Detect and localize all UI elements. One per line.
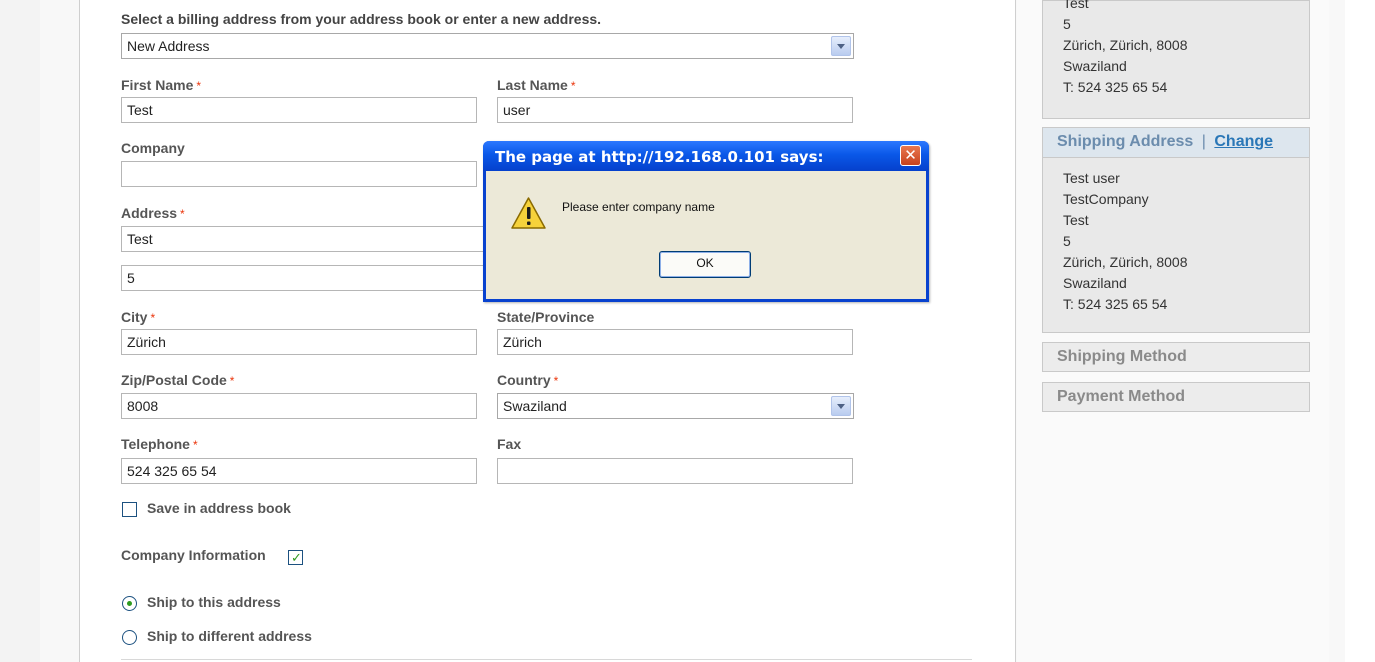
header-separator: | bbox=[1201, 133, 1206, 150]
payment-method-title: Payment Method bbox=[1057, 388, 1186, 405]
required-marker: * bbox=[196, 79, 202, 93]
payment-method-header[interactable]: Payment Method bbox=[1042, 382, 1310, 412]
shipping-summary-line: TestCompany bbox=[1063, 191, 1149, 207]
form-divider bbox=[121, 659, 972, 660]
alert-dialog: The page at http://192.168.0.101 says: ✕… bbox=[483, 141, 929, 302]
company-field[interactable] bbox=[121, 161, 477, 187]
last-name-field[interactable]: user bbox=[497, 97, 853, 123]
shipping-address-header: Shipping Address | Change bbox=[1042, 127, 1310, 158]
fax-label: Fax bbox=[497, 436, 522, 452]
last-name-label: Last Name * bbox=[497, 77, 576, 93]
ship-to-different-address-label: Ship to different address bbox=[147, 628, 312, 644]
page-margin-left bbox=[0, 0, 40, 662]
address-label: Address * bbox=[121, 205, 185, 221]
alert-dialog-title: The page at http://192.168.0.101 says: bbox=[495, 148, 824, 166]
city-field[interactable]: Zürich bbox=[121, 329, 477, 355]
warning-icon bbox=[511, 197, 546, 229]
first-name-label: First Name * bbox=[121, 77, 202, 93]
shipping-address-title: Shipping Address bbox=[1057, 133, 1194, 150]
state-field[interactable]: Zürich bbox=[497, 329, 853, 355]
country-label: Country * bbox=[497, 372, 559, 388]
shipping-summary-line: Test bbox=[1063, 212, 1089, 228]
page-margin-right bbox=[1345, 0, 1375, 662]
shipping-method-title: Shipping Method bbox=[1057, 348, 1187, 365]
save-in-address-book-label: Save in address book bbox=[147, 500, 291, 516]
ship-to-different-address-radio[interactable] bbox=[122, 630, 137, 645]
shipping-summary-line: 5 bbox=[1063, 233, 1071, 249]
shipping-address-summary: Test user TestCompany Test 5 Zürich, Zür… bbox=[1042, 157, 1310, 333]
ship-to-this-address-radio[interactable] bbox=[122, 596, 137, 611]
chevron-down-icon[interactable] bbox=[831, 396, 851, 416]
required-marker: * bbox=[180, 207, 185, 221]
radio-selected-dot bbox=[127, 601, 132, 606]
required-marker: * bbox=[229, 374, 235, 388]
company-information-checkbox[interactable]: ✓ bbox=[288, 550, 303, 565]
billing-intro-text: Select a billing address from your addre… bbox=[121, 11, 602, 27]
required-marker: * bbox=[570, 79, 576, 93]
alert-dialog-message: Please enter company name bbox=[562, 200, 715, 214]
billing-summary-line: T: 524 325 65 54 bbox=[1063, 79, 1168, 95]
checkmark-icon: ✓ bbox=[291, 550, 302, 565]
change-shipping-address-link[interactable]: Change bbox=[1214, 133, 1273, 150]
telephone-label: Telephone * bbox=[121, 436, 198, 452]
billing-address-summary: Test 5 Zürich, Zürich, 8008 Swaziland T:… bbox=[1042, 0, 1310, 119]
chevron-down-icon[interactable] bbox=[831, 36, 851, 56]
zip-label: Zip/Postal Code * bbox=[121, 372, 235, 388]
company-label: Company bbox=[121, 140, 185, 156]
shipping-summary-line: T: 524 325 65 54 bbox=[1063, 296, 1168, 312]
shipping-summary-line: Test user bbox=[1063, 170, 1120, 186]
country-select-value: Swaziland bbox=[503, 398, 567, 414]
required-marker: * bbox=[150, 311, 156, 325]
address-book-select[interactable]: New Address bbox=[121, 33, 854, 59]
billing-summary-line: 5 bbox=[1063, 16, 1071, 32]
shipping-summary-line: Zürich, Zürich, 8008 bbox=[1063, 254, 1188, 270]
close-icon[interactable]: ✕ bbox=[900, 145, 921, 166]
billing-summary-line: Swaziland bbox=[1063, 58, 1127, 74]
country-select[interactable]: Swaziland bbox=[497, 393, 854, 419]
billing-summary-line: Test bbox=[1063, 0, 1089, 11]
shipping-summary-line: Swaziland bbox=[1063, 275, 1127, 291]
save-in-address-book-checkbox[interactable] bbox=[122, 502, 137, 517]
zip-field[interactable]: 8008 bbox=[121, 393, 477, 419]
fax-field[interactable] bbox=[497, 458, 853, 484]
city-label: City * bbox=[121, 309, 156, 325]
alert-dialog-titlebar[interactable]: The page at http://192.168.0.101 says: bbox=[483, 141, 929, 171]
required-marker: * bbox=[192, 438, 198, 452]
state-label: State/Province bbox=[497, 309, 595, 325]
ship-to-this-address-label: Ship to this address bbox=[147, 594, 281, 610]
address-book-select-value: New Address bbox=[127, 38, 210, 54]
billing-summary-line: Zürich, Zürich, 8008 bbox=[1063, 37, 1188, 53]
first-name-field[interactable]: Test bbox=[121, 97, 477, 123]
telephone-field[interactable]: 524 325 65 54 bbox=[121, 458, 477, 484]
company-information-label: Company Information bbox=[121, 547, 266, 563]
required-marker: * bbox=[553, 374, 559, 388]
ok-button[interactable]: OK bbox=[659, 251, 751, 278]
shipping-method-header[interactable]: Shipping Method bbox=[1042, 342, 1310, 372]
